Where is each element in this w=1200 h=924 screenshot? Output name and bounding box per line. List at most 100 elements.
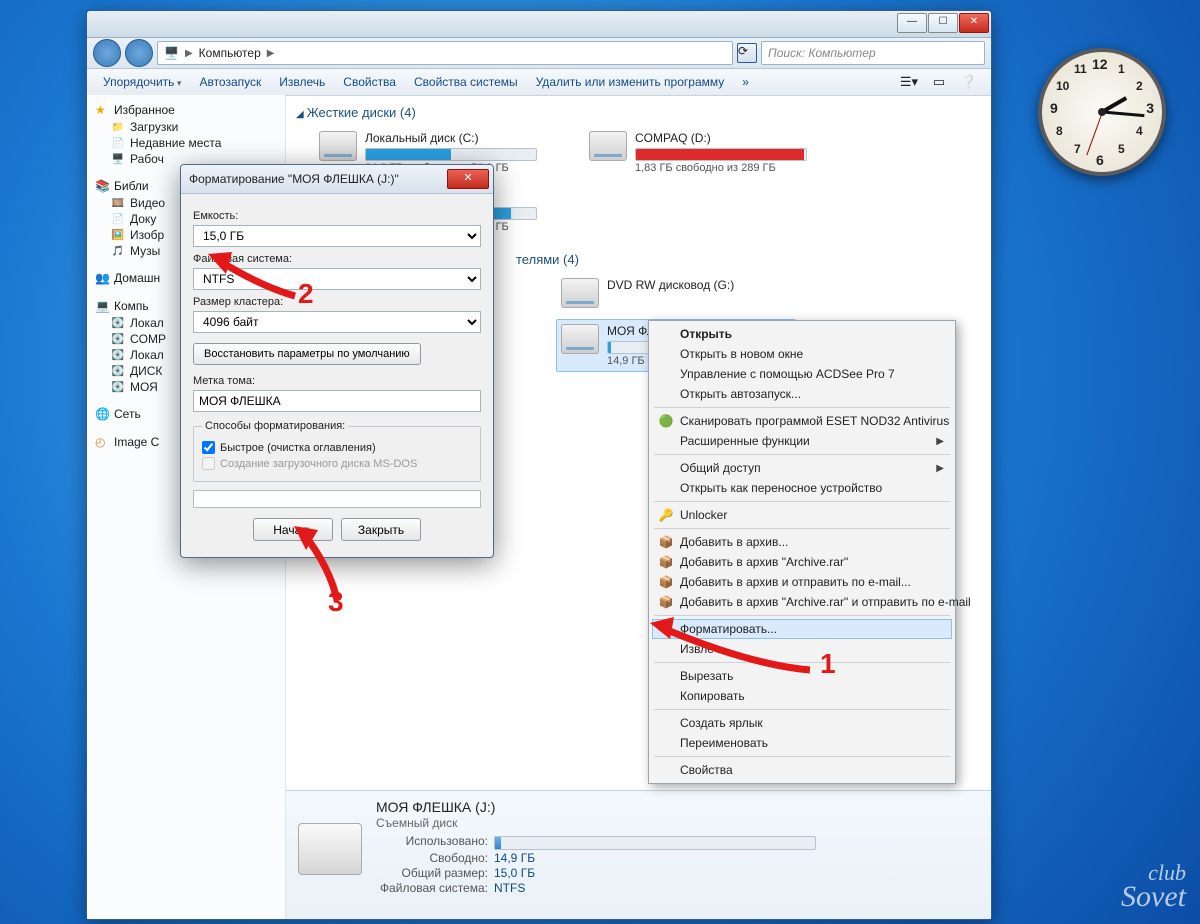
context-menu-item[interactable]: Общий доступ▶ [652,458,952,478]
dialog-close-button[interactable]: ✕ [447,169,489,189]
methods-legend: Способы форматирования: [202,420,348,432]
drive-icon [589,131,627,161]
progress-bar [193,490,481,508]
format-methods-group: Способы форматирования: Быстрое (очистка… [193,420,481,482]
search-placeholder: Поиск: Компьютер [768,46,876,60]
computer-icon: 🖥️ [164,46,179,60]
context-menu-item[interactable]: Копировать [652,686,952,706]
filesystem-label: Файловая система: [193,253,481,265]
breadcrumb-chev: ▶ [267,48,275,59]
menu-item-icon: 📦 [658,534,674,550]
context-menu-item[interactable]: Расширенные функции▶ [652,431,952,451]
close-dialog-button[interactable]: Закрыть [341,518,421,541]
volume-label-label: Метка тома: [193,375,481,387]
catalog-icon: ◴ [95,435,109,449]
refresh-button[interactable]: ⟳ [737,43,757,63]
drive-label: COMPAQ (D:) [635,131,807,145]
context-menu-item[interactable]: 📦Добавить в архив "Archive.rar" [652,552,952,572]
toolbar-overflow[interactable]: » [734,72,757,92]
nav-forward-button[interactable] [125,39,153,67]
toolbar-organize[interactable]: Упорядочить [95,72,189,92]
context-menu-item[interactable]: Создать ярлык [652,713,952,733]
toolbar-properties[interactable]: Свойства [335,72,404,92]
msdos-boot-checkbox: Создание загрузочного диска MS-DOS [202,457,472,470]
details-pane: МОЯ ФЛЕШКА (J:) Съемный диск Использован… [286,790,991,919]
maximize-button[interactable]: ☐ [928,13,958,33]
restore-defaults-button[interactable]: Восстановить параметры по умолчанию [193,343,421,365]
context-menu-item[interactable]: Открыть как переносное устройство [652,478,952,498]
context-menu-item[interactable]: 🔑Unlocker [652,505,952,525]
context-menu-item[interactable]: 📦Добавить в архив "Archive.rar" и отправ… [652,592,952,612]
drive-icon [319,131,357,161]
close-button[interactable]: ✕ [959,13,989,33]
folder-icon: 📁 [111,120,125,134]
capacity-select[interactable]: 15,0 ГБ [193,225,481,247]
context-menu-item[interactable]: 📦Добавить в архив и отправить по e-mail.… [652,572,952,592]
context-menu-item[interactable]: Открыть [652,324,952,344]
toolbar-sysprops[interactable]: Свойства системы [406,72,526,92]
context-menu-item[interactable]: Открыть в новом окне [652,344,952,364]
picture-icon: 🖼️ [111,228,125,242]
context-menu-item[interactable]: Вырезать [652,666,952,686]
context-menu-item[interactable]: Извлечь [652,639,952,659]
clock-gadget[interactable]: 12 3 6 9 1 2 4 5 7 8 10 11 [1038,48,1166,176]
recent-icon: 📄 [111,136,125,150]
minimize-button[interactable]: — [897,13,927,33]
drive-icon [561,324,599,354]
drive-icon [561,278,599,308]
nav-back-button[interactable] [93,39,121,67]
section-hdd-header[interactable]: ◢Жесткие диски (4) [296,105,981,120]
toolbar-autoplay[interactable]: Автозапуск [191,72,269,92]
drive-icon: 💽 [111,316,125,330]
preview-pane-button[interactable]: ▭ [927,71,951,93]
cluster-label: Размер кластера: [193,296,481,308]
drive-icon: 💽 [111,332,125,346]
context-menu-item[interactable]: Форматировать... [652,619,952,639]
sidebar-item-downloads[interactable]: 📁Загрузки [91,119,281,135]
drive-label: Локальный диск (C:) [365,131,537,145]
menu-item-icon: 📦 [658,554,674,570]
breadcrumb-label[interactable]: Компьютер [199,46,261,60]
drive-icon: 💽 [111,364,125,378]
context-menu-item[interactable]: Переименовать [652,733,952,753]
drive-item[interactable]: COMPAQ (D:)1,83 ГБ свободно из 289 ГБ [584,126,824,179]
menu-item-icon: 📦 [658,574,674,590]
context-menu-item[interactable]: 📦Добавить в архив... [652,532,952,552]
details-title: МОЯ ФЛЕШКА (J:) [376,799,816,815]
library-icon: 📚 [95,179,109,193]
homegroup-icon: 👥 [95,271,109,285]
drive-item[interactable]: DVD RW дисковод (G:) [556,273,796,313]
quick-format-checkbox[interactable]: Быстрое (очистка оглавления) [202,441,472,454]
toolbar-uninstall[interactable]: Удалить или изменить программу [528,72,733,92]
drive-label: DVD RW дисковод (G:) [607,278,734,292]
context-menu: ОткрытьОткрыть в новом окнеУправление с … [648,320,956,784]
menu-item-icon: 📦 [658,594,674,610]
address-box[interactable]: 🖥️ ▶ Компьютер ▶ [157,41,733,65]
minute-hand [1102,111,1144,118]
context-menu-item[interactable]: Свойства [652,760,952,780]
star-icon: ★ [95,103,109,117]
capacity-label: Емкость: [193,210,481,222]
view-button[interactable]: ☰▾ [897,71,921,93]
toolbar-eject[interactable]: Извлечь [271,72,333,92]
cluster-select[interactable]: 4096 байт [193,311,481,333]
breadcrumb-chev: ▶ [185,48,193,59]
address-bar: 🖥️ ▶ Компьютер ▶ ⟳ Поиск: Компьютер [87,38,991,69]
help-button[interactable]: ❔ [957,71,981,93]
computer-icon: 💻 [95,299,109,313]
start-button[interactable]: Начать [253,518,333,541]
search-input[interactable]: Поиск: Компьютер [761,41,985,65]
music-icon: 🎵 [111,244,125,258]
toolbar: Упорядочить Автозапуск Извлечь Свойства … [87,69,991,96]
filesystem-select[interactable]: NTFS [193,268,481,290]
sidebar-item-recent[interactable]: 📄Недавние места [91,135,281,151]
video-icon: 🎞️ [111,196,125,210]
context-menu-item[interactable]: Управление с помощью ACDSee Pro 7 [652,364,952,384]
network-icon: 🌐 [95,407,109,421]
section-removable-header[interactable]: телями (4) [516,252,981,267]
sidebar-favorites-head[interactable]: ★Избранное [91,101,281,119]
context-menu-item[interactable]: Открыть автозапуск... [652,384,952,404]
titlebar[interactable]: — ☐ ✕ [87,11,991,38]
context-menu-item[interactable]: 🟢Сканировать программой ESET NOD32 Antiv… [652,411,952,431]
volume-label-input[interactable] [193,390,481,412]
